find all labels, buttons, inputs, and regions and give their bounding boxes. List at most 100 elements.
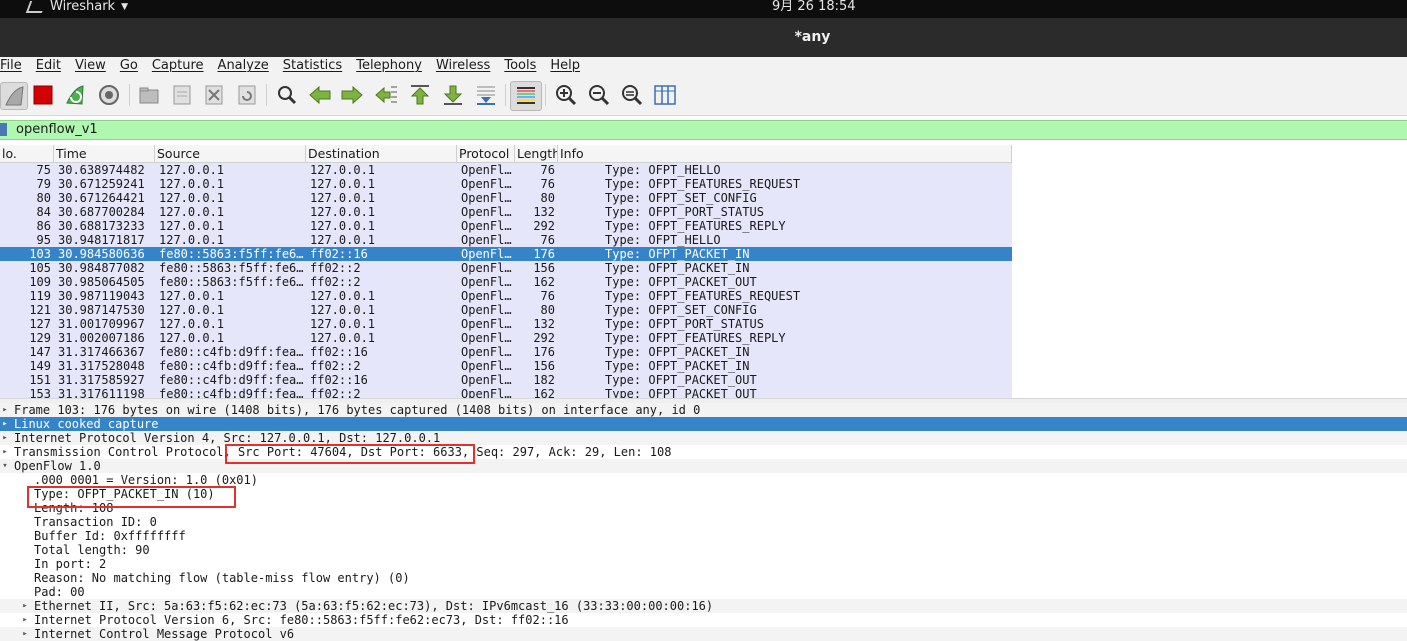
reload-file-icon[interactable]	[234, 82, 260, 108]
shark-fin-start-icon[interactable]	[0, 82, 28, 110]
column-header-destination[interactable]: Destination	[306, 145, 457, 162]
go-first-icon[interactable]	[407, 82, 433, 108]
go-forward-icon[interactable]	[339, 82, 365, 108]
menu-go[interactable]: Go	[113, 57, 145, 76]
packet-row[interactable]: 75 30.638974482 127.0.0.1 127.0.0.1 OpenFl… 7…	[0, 163, 1012, 177]
detail-row[interactable]: Reason: No matching flow (table-miss flo…	[0, 571, 1407, 585]
packet-row[interactable]: 119 30.987119043 127.0.0.1 127.0.0.1 OpenFl……	[0, 289, 1012, 303]
menu-telephony[interactable]: Telephony	[349, 57, 429, 76]
packet-cell-no: 84	[36, 205, 51, 219]
packet-row[interactable]: 103 30.984580636 fe80::5863:f5ff:fe6… ff02:…	[0, 247, 1012, 261]
packet-row[interactable]: 109 30.985064505 fe80::5863:f5ff:fe6… ff02:…	[0, 275, 1012, 289]
clock[interactable]: 9月 26 18:54	[772, 0, 856, 14]
expand-down-icon[interactable]: ▾	[0, 459, 10, 473]
packet-row[interactable]: 80 30.671264421 127.0.0.1 127.0.0.1 OpenFl… 8…	[0, 191, 1012, 205]
close-file-icon[interactable]	[201, 82, 227, 108]
packet-row[interactable]: 151 31.317585927 fe80::c4fb:d9ff:fea… ff02:…	[0, 373, 1012, 387]
packet-row[interactable]: 79 30.671259241 127.0.0.1 127.0.0.1 OpenFl… 7…	[0, 177, 1012, 191]
menu-capture[interactable]: Capture	[145, 57, 211, 76]
column-header-length[interactable]: Length	[515, 145, 558, 162]
zoom-out-icon[interactable]	[586, 82, 612, 108]
find-packet-icon[interactable]	[274, 82, 300, 108]
packet-cell-src: 127.0.0.1	[159, 317, 225, 331]
display-filter-input[interactable]: openflow_v1	[16, 121, 98, 139]
detail-row[interactable]: ▸ Internet Protocol Version 4, Src: 127.0…	[0, 431, 1407, 445]
bookmark-icon[interactable]	[0, 123, 7, 136]
menu-help[interactable]: Help	[543, 57, 587, 76]
menu-analyze[interactable]: Analyze	[211, 57, 276, 76]
detail-row[interactable]: ▸ Ethernet II, Src: 5a:63:f5:62:ec:73 (5a…	[0, 599, 1407, 613]
column-header-no[interactable]: lo.	[0, 145, 54, 162]
packet-cell-dst: 127.0.0.1	[310, 219, 376, 233]
packet-cell-info: Type: OFPT_PACKET_IN	[605, 345, 750, 359]
packet-cell-no: 147	[29, 345, 51, 359]
expand-right-icon[interactable]: ▸	[0, 417, 10, 431]
packet-cell-no: 149	[29, 359, 51, 373]
packet-cell-proto: OpenFl…	[461, 275, 512, 289]
detail-row[interactable]: ▾ OpenFlow 1.0	[0, 459, 1407, 473]
detail-row[interactable]: Transaction ID: 0	[0, 515, 1407, 529]
detail-row[interactable]: ▸ Transmission Control Protocol, Src Port…	[0, 445, 1407, 459]
expand-right-icon[interactable]: ▸	[0, 431, 10, 445]
save-file-icon[interactable]	[169, 82, 195, 108]
resize-columns-icon[interactable]	[652, 82, 678, 108]
go-last-icon[interactable]	[440, 82, 466, 108]
autoscroll-icon[interactable]	[473, 82, 499, 108]
go-back-icon[interactable]	[307, 82, 333, 108]
menu-statistics[interactable]: Statistics	[276, 57, 349, 76]
detail-text: Reason: No matching flow (table-miss flo…	[34, 571, 410, 585]
highlight-box-ports	[225, 444, 475, 464]
stop-capture-icon[interactable]	[30, 82, 56, 108]
colorize-icon[interactable]	[510, 81, 542, 111]
packet-row[interactable]: 95 30.948171817 127.0.0.1 127.0.0.1 OpenFl… 7…	[0, 233, 1012, 247]
capture-options-icon[interactable]	[96, 82, 122, 108]
menu-tools[interactable]: Tools	[497, 57, 543, 76]
detail-row[interactable]: Buffer Id: 0xffffffff	[0, 529, 1407, 543]
packet-row[interactable]: 129 31.002007186 127.0.0.1 127.0.0.1 OpenFl……	[0, 331, 1012, 345]
packet-row[interactable]: 84 30.687700284 127.0.0.1 127.0.0.1 OpenFl… 1…	[0, 205, 1012, 219]
packet-details[interactable]: ▸ Frame 103: 176 bytes on wire (1408 bits…	[0, 403, 1407, 641]
menu-wireless[interactable]: Wireless	[429, 57, 497, 76]
column-header-info[interactable]: Info	[558, 145, 1012, 162]
packet-row[interactable]: 149 31.317528048 fe80::c4fb:d9ff:fea… ff02:…	[0, 359, 1012, 373]
expand-right-icon[interactable]: ▸	[0, 445, 10, 459]
packet-row[interactable]: 147 31.317466367 fe80::c4fb:d9ff:fea… ff02:…	[0, 345, 1012, 359]
detail-row[interactable]: Total length: 90	[0, 543, 1407, 557]
go-to-packet-icon[interactable]	[373, 82, 399, 108]
restart-capture-icon[interactable]	[62, 82, 88, 108]
column-header-source[interactable]: Source	[155, 145, 306, 162]
open-file-icon[interactable]	[136, 82, 162, 108]
packet-row[interactable]: 127 31.001709967 127.0.0.1 127.0.0.1 OpenFl……	[0, 317, 1012, 331]
menu-file[interactable]: File	[0, 57, 29, 76]
zoom-normal-icon[interactable]	[619, 82, 645, 108]
expand-right-icon[interactable]: ▸	[20, 627, 30, 641]
menu-edit[interactable]: Edit	[29, 57, 68, 76]
detail-row[interactable]: ▸ Frame 103: 176 bytes on wire (1408 bits…	[0, 403, 1407, 417]
zoom-in-icon[interactable]	[553, 82, 579, 108]
detail-row[interactable]: In port: 2	[0, 557, 1407, 571]
window-title-bar[interactable]: *any	[0, 18, 1407, 57]
packet-row[interactable]: 105 30.984877082 fe80::5863:f5ff:fe6… ff02:…	[0, 261, 1012, 275]
detail-text: Internet Protocol Version 6, Src: fe80::…	[34, 613, 569, 627]
column-header-time[interactable]: Time	[54, 145, 155, 162]
expand-right-icon[interactable]: ▸	[0, 403, 10, 417]
packet-cell-info: Type: OFPT_SET_CONFIG	[605, 191, 757, 205]
packet-list[interactable]: lo. Time Source Destination Protocol Len…	[0, 145, 1407, 401]
packet-cell-dst: 127.0.0.1	[310, 177, 376, 191]
display-filter-bar[interactable]: openflow_v1	[0, 120, 1407, 140]
packet-cell-len: 76	[540, 177, 555, 191]
detail-row[interactable]: ▸ Internet Control Message Protocol v6	[0, 627, 1407, 641]
app-menu[interactable]: Wireshark ▼	[25, 0, 128, 14]
detail-row[interactable]: Pad: 00	[0, 585, 1407, 599]
detail-row[interactable]: ▸ Linux cooked capture	[0, 417, 1407, 431]
detail-row[interactable]: .000 0001 = Version: 1.0 (0x01)	[0, 473, 1407, 487]
menu-view[interactable]: View	[68, 57, 113, 76]
packet-cell-info: Type: OFPT_FEATURES_REQUEST	[605, 289, 801, 303]
detail-row[interactable]: ▸ Internet Protocol Version 6, Src: fe80:…	[0, 613, 1407, 627]
column-header-protocol[interactable]: Protocol	[457, 145, 515, 162]
expand-right-icon[interactable]: ▸	[20, 613, 30, 627]
packet-row[interactable]: 86 30.688173233 127.0.0.1 127.0.0.1 OpenFl… 2…	[0, 219, 1012, 233]
packet-cell-dst: ff02::16	[310, 247, 368, 261]
packet-row[interactable]: 121 30.987147530 127.0.0.1 127.0.0.1 OpenFl……	[0, 303, 1012, 317]
expand-right-icon[interactable]: ▸	[20, 599, 30, 613]
